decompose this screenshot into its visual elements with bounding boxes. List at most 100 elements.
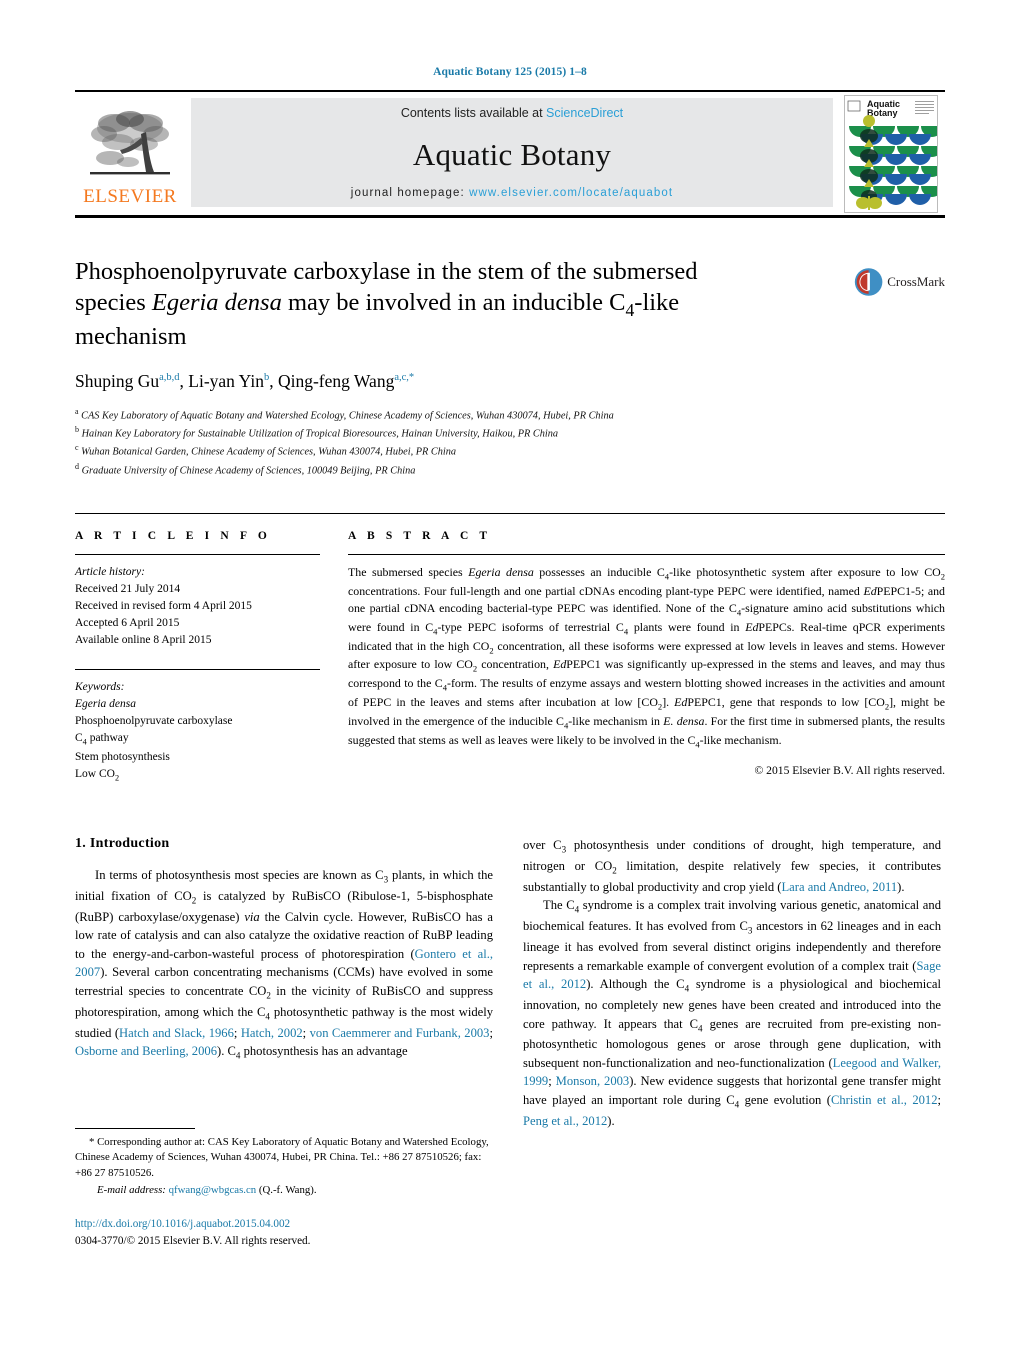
keyword-item: C4 pathway [75, 732, 129, 747]
journal-masthead: ELSEVIER Contents lists available at Sci… [75, 90, 945, 218]
corresponding-marker: * [89, 1136, 95, 1148]
citation-link[interactable]: Monson, 2003 [556, 1074, 630, 1088]
journal-homepage-line: journal homepage: www.elsevier.com/locat… [351, 187, 673, 199]
title-line-3: mechanism [75, 323, 187, 351]
crossmark-icon [854, 268, 883, 296]
footnote-divider [75, 1128, 195, 1129]
issn-copyright-line: 0304-3770/© 2015 Elsevier B.V. All right… [75, 1234, 311, 1247]
email-note: E-mail address: qfwang@wbgcas.cn (Q.-f. … [75, 1183, 493, 1198]
citation-link[interactable]: Osborne and Beerling, 2006 [75, 1044, 217, 1058]
journal-title-band: Contents lists available at ScienceDirec… [191, 98, 833, 207]
abstract-heading: A B S T R A C T [348, 530, 492, 542]
elsevier-tree-icon [90, 110, 170, 174]
history-item: Accepted 6 April 2015 [75, 617, 180, 630]
citation-link[interactable]: Gontero et al., 2007 [75, 947, 493, 980]
email-link[interactable]: qfwang@wbgcas.cn [169, 1184, 257, 1196]
keyword-item: Low CO2 [75, 767, 120, 782]
email-label: E-mail address: [97, 1183, 166, 1196]
body-column-left: 1. Introduction In terms of photosynthes… [75, 836, 493, 1130]
footnote-region: * Corresponding author at: CAS Key Labor… [75, 1128, 493, 1249]
corresponding-author-note: * Corresponding author at: CAS Key Labor… [75, 1135, 493, 1181]
title-line-1: Phosphoenolpyruvate carboxylase in the s… [75, 258, 698, 285]
article-body: 1. Introduction In terms of photosynthes… [75, 836, 945, 1130]
affiliation-item: b Hainan Key Laboratory for Sustainable … [75, 424, 945, 442]
abstract-text: The submersed species Egeria densa posse… [348, 565, 946, 749]
affiliation-item: a CAS Key Laboratory of Aquatic Botany a… [75, 406, 945, 424]
running-head: Aquatic Botany 125 (2015) 1–8 [433, 66, 587, 78]
citation-link[interactable]: Hatch and Slack, 1966 [119, 1026, 234, 1040]
title-block: CrossMark Phosphoenolpyruvate carboxylas… [75, 256, 945, 479]
history-item: Received 21 July 2014 [75, 583, 181, 596]
paragraph: The C4 syndrome is a complex trait invol… [523, 898, 942, 1128]
elsevier-wordmark: ELSEVIER [83, 185, 177, 207]
journal-homepage-link[interactable]: www.elsevier.com/locate/aquabot [469, 187, 673, 199]
keywords-list: Egeria densa Phosphoenolpyruvate carboxy… [75, 696, 320, 784]
affiliation-text-b: Hainan Key Laboratory for Sustainable Ut… [81, 428, 559, 440]
keywords-label: Keywords: [75, 681, 125, 694]
citation-link[interactable]: Lara and Andreo, 2011 [781, 880, 897, 894]
affiliation-text-c: Wuhan Botanical Garden, Chinese Academy … [81, 446, 457, 458]
title-line-2-suffix: -like [634, 289, 680, 317]
cover-artwork-icon: Aquatic Botany [845, 95, 937, 212]
affiliation-mark-d: d [75, 461, 79, 471]
keyword-item: Egeria densa [75, 698, 137, 711]
page-title: Phosphoenolpyruvate carboxylase in the s… [75, 256, 835, 353]
paragraph: In terms of photosynthesis most species … [75, 868, 494, 1061]
copyright-line: © 2015 Elsevier B.V. All rights reserved… [754, 764, 945, 778]
email-owner: (Q.-f. Wang). [258, 1183, 317, 1196]
divider [348, 554, 945, 555]
abstract-column: A B S T R A C T The submersed species Eg… [348, 530, 945, 784]
citation-link[interactable]: Hatch, 2002 [241, 1026, 303, 1040]
journal-cover-thumbnail: Aquatic Botany [837, 92, 945, 215]
affiliation-mark-c: c [75, 443, 79, 453]
author-list: Shuping Gua,b,d, Li-yan Yinb, Qing-feng … [75, 371, 945, 392]
cover-image: Aquatic Botany [844, 94, 938, 213]
author-name-1: Shuping Gu [75, 370, 160, 391]
affiliation-list: a CAS Key Laboratory of Aquatic Botany a… [75, 406, 945, 480]
affiliation-mark-a: a [75, 406, 79, 416]
affiliation-text-d: Graduate University of Chinese Academy o… [81, 465, 416, 477]
affiliation-text-a: CAS Key Laboratory of Aquatic Botany and… [81, 409, 614, 421]
affiliation-mark-b: b [75, 424, 79, 434]
citation-link[interactable]: Christin et al., 2012 [831, 1093, 938, 1107]
divider [75, 669, 320, 671]
title-c4-subscript: 4 [625, 300, 635, 320]
title-line-2-prefix: species [75, 289, 152, 317]
corresponding-text: Corresponding author at: CAS Key Laborat… [75, 1136, 489, 1179]
doi-block: http://dx.doi.org/10.1016/j.aquabot.2015… [75, 1216, 493, 1248]
author-sep-1: , [179, 370, 189, 391]
article-history-list: Received 21 July 2014 Received in revise… [75, 581, 320, 649]
article-info-heading: A R T I C L E I N F O [75, 530, 271, 542]
keyword-item: Phosphoenolpyruvate carboxylase [75, 715, 233, 728]
author-sep-2: , [269, 370, 278, 391]
citation-link[interactable]: Sage et al., 2012 [523, 959, 941, 992]
paragraph: over C3 photosynthesis under conditions … [523, 838, 941, 894]
journal-article-page: Aquatic Botany 125 (2015) 1–8 ELSEVIER C… [0, 0, 1020, 1351]
author-affil-marks-3: a,c,* [394, 371, 415, 383]
history-item: Received in revised form 4 April 2015 [75, 600, 252, 613]
journal-name: Aquatic Botany [412, 137, 612, 172]
title-line-2-mid: may be involved in an inducible C [281, 289, 626, 317]
doi-link[interactable]: http://dx.doi.org/10.1016/j.aquabot.2015… [75, 1216, 493, 1232]
article-info-column: A R T I C L E I N F O Article history: R… [75, 530, 320, 784]
crossmark-label: CrossMark [887, 274, 945, 289]
citation-link[interactable]: von Caemmerer and Furbank, 2003 [310, 1026, 490, 1040]
info-abstract-region: A R T I C L E I N F O Article history: R… [75, 513, 945, 784]
elsevier-logo: ELSEVIER [75, 92, 185, 215]
body-column-right: over C3 photosynthesis under conditions … [523, 836, 941, 1130]
keywords-block: Keywords: Egeria densa Phosphoenolpyruva… [75, 669, 320, 784]
title-species-name: Egeria densa [151, 289, 282, 317]
article-history-label: Article history: [75, 566, 145, 578]
author-name-2: Li-yan Yin [188, 370, 264, 391]
divider [75, 554, 320, 555]
citation-link[interactable]: Peng et al., 2012 [523, 1114, 607, 1128]
affiliation-item: c Wuhan Botanical Garden, Chinese Academ… [75, 442, 945, 460]
history-item: Available online 8 April 2015 [75, 634, 212, 647]
affiliation-item: d Graduate University of Chinese Academy… [75, 461, 945, 479]
author-name-3: Qing-feng Wang [277, 370, 395, 391]
homepage-prefix: journal homepage: [350, 187, 470, 199]
crossmark-badge[interactable]: CrossMark [853, 256, 945, 308]
sciencedirect-link[interactable]: ScienceDirect [546, 106, 623, 120]
contents-available-line: Contents lists available at ScienceDirec… [401, 106, 623, 120]
author-affil-marks-1: a,b,d [159, 371, 180, 383]
